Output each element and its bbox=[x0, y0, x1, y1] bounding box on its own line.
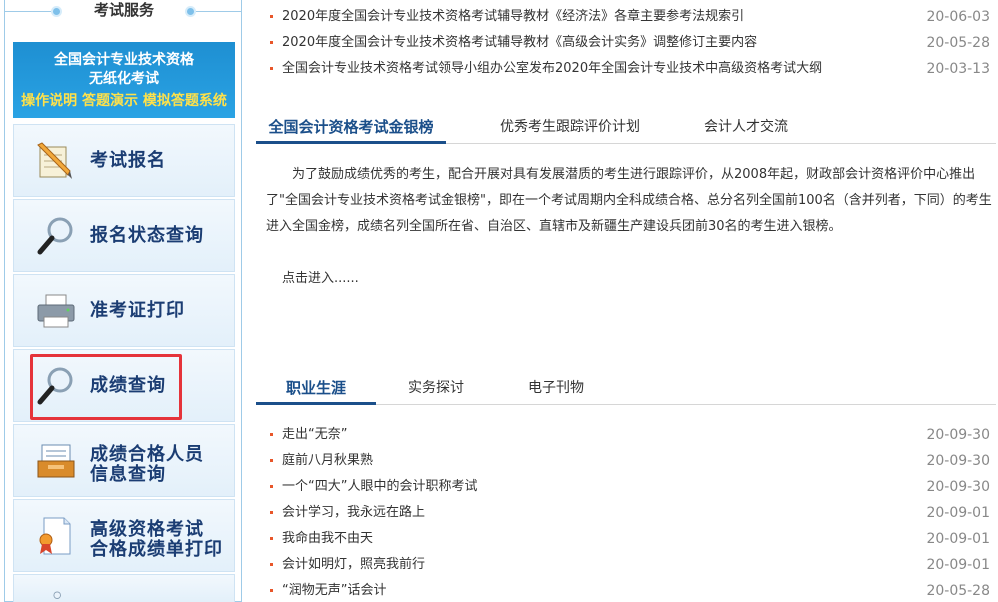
bullet-icon bbox=[270, 459, 273, 462]
bullet-icon bbox=[270, 67, 273, 70]
gold-list-description: 为了鼓励成绩优秀的考生，配合开展对具有发展潜质的考生进行跟踪评价，从2008年起… bbox=[266, 167, 992, 234]
career-news-item[interactable]: 会计学习，我永远在路上 20-09-01 bbox=[270, 503, 992, 523]
menu-item-partial[interactable] bbox=[13, 574, 235, 602]
career-news-item[interactable]: 走出“无奈” 20-09-30 bbox=[270, 425, 992, 445]
bullet-icon bbox=[270, 15, 273, 18]
bullet-icon bbox=[270, 537, 273, 540]
tab-talent-exchange[interactable]: 会计人才交流 bbox=[686, 114, 806, 144]
bullet-icon bbox=[270, 563, 273, 566]
menu-label: 考试报名 bbox=[90, 150, 166, 171]
menu-senior-certificate-print[interactable]: 高级资格考试 合格成绩单打印 bbox=[13, 499, 235, 572]
news-date: 20-09-30 bbox=[926, 453, 990, 469]
news-date: 20-09-01 bbox=[926, 505, 990, 521]
menu-qualified-personnel-query[interactable]: 成绩合格人员 信息查询 bbox=[13, 424, 235, 497]
tab-e-journal[interactable]: 电子刊物 bbox=[496, 375, 616, 405]
news-date: 20-05-28 bbox=[926, 35, 990, 51]
news-item[interactable]: 2020年度全国会计专业技术资格考试辅导教材《经济法》各章主要参考法规索引 20… bbox=[270, 7, 992, 27]
menu-exam-registration[interactable]: 考试报名 bbox=[13, 124, 235, 197]
certificate-ribbon-icon bbox=[39, 517, 71, 555]
tab-bar-career: 职业生涯 实务探讨 电子刊物 bbox=[256, 375, 996, 405]
divider bbox=[5, 11, 51, 12]
bullet-icon bbox=[270, 41, 273, 44]
menu-label-line-1: 高级资格考试 bbox=[90, 519, 204, 540]
news-title[interactable]: 2020年度全国会计专业技术资格考试辅导教材《高级会计实务》调整修订主要内容 bbox=[282, 33, 757, 53]
news-title[interactable]: 2020年度全国会计专业技术资格考试辅导教材《经济法》各章主要参考法规索引 bbox=[282, 7, 744, 27]
tab-practice-discussion[interactable]: 实务探讨 bbox=[376, 375, 496, 405]
inbox-tray-icon bbox=[37, 444, 75, 478]
click-enter-link[interactable]: 点击进入...... bbox=[282, 267, 359, 291]
bullet-icon bbox=[270, 433, 273, 436]
career-news-item[interactable]: 我命由我不由天 20-09-01 bbox=[270, 529, 992, 549]
news-date: 20-09-30 bbox=[926, 479, 990, 495]
menu-label: 报名状态查询 bbox=[90, 225, 204, 246]
news-date: 20-03-13 bbox=[926, 61, 990, 77]
news-date: 20-09-01 bbox=[926, 557, 990, 573]
menu-admission-ticket-print[interactable]: 准考证打印 bbox=[13, 274, 235, 347]
dot-decoration bbox=[185, 6, 196, 17]
news-title[interactable]: “润物无声”话会计 bbox=[282, 581, 386, 601]
bullet-icon bbox=[270, 511, 273, 514]
banner-line-1: 全国会计专业技术资格 bbox=[54, 52, 194, 68]
news-date: 20-06-03 bbox=[926, 9, 990, 25]
news-date: 20-05-28 bbox=[926, 583, 990, 599]
exam-service-sidebar: 考试服务 全国会计专业技术资格 无纸化考试 操作说明 答题演示 模拟答题系统 考… bbox=[4, 0, 242, 602]
news-item[interactable]: 2020年度全国会计专业技术资格考试辅导教材《高级会计实务》调整修订主要内容 2… bbox=[270, 33, 992, 53]
sidebar-title: 考试服务 bbox=[93, 1, 154, 19]
news-item[interactable]: 全国会计专业技术资格考试领导小组办公室发布2020年全国会计专业技术中高级资格考… bbox=[270, 59, 992, 79]
banner-line-2: 无纸化考试 bbox=[89, 71, 159, 87]
tab-gold-silver-list[interactable]: 全国会计资格考试金银榜 bbox=[256, 114, 446, 144]
career-news-item[interactable]: 会计如明灯，照亮我前行 20-09-01 bbox=[270, 555, 992, 575]
banner-links[interactable]: 操作说明 答题演示 模拟答题系统 bbox=[13, 92, 235, 110]
bullet-icon bbox=[270, 485, 273, 488]
news-title[interactable]: 我命由我不由天 bbox=[282, 529, 373, 549]
sidebar-header: 考试服务 bbox=[5, 0, 241, 28]
score-query-highlight-box bbox=[30, 354, 182, 420]
magnifier-icon bbox=[37, 217, 73, 255]
tab-excellent-candidate-tracking[interactable]: 优秀考生跟踪评价计划 bbox=[482, 114, 658, 144]
news-title[interactable]: 一个“四大”人眼中的会计职称考试 bbox=[282, 477, 477, 497]
news-date: 20-09-30 bbox=[926, 427, 990, 443]
news-title[interactable]: 庭前八月秋果熟 bbox=[282, 451, 373, 471]
menu-label-line-2: 信息查询 bbox=[90, 464, 166, 485]
news-title[interactable]: 会计学习，我永远在路上 bbox=[282, 503, 425, 523]
career-news-item[interactable]: 庭前八月秋果熟 20-09-30 bbox=[270, 451, 992, 471]
tab-bar-gold-list: 全国会计资格考试金银榜 优秀考生跟踪评价计划 会计人才交流 bbox=[256, 114, 996, 144]
career-news-item[interactable]: 一个“四大”人眼中的会计职称考试 20-09-30 bbox=[270, 477, 992, 497]
tab-career[interactable]: 职业生涯 bbox=[256, 375, 376, 405]
news-title[interactable]: 会计如明灯，照亮我前行 bbox=[282, 555, 425, 575]
career-news-item[interactable]: “润物无声”话会计 20-05-28 bbox=[270, 581, 992, 601]
paperless-exam-banner[interactable]: 全国会计专业技术资格 无纸化考试 操作说明 答题演示 模拟答题系统 bbox=[13, 42, 235, 118]
magnifier-icon bbox=[53, 591, 61, 599]
menu-registration-status-query[interactable]: 报名状态查询 bbox=[13, 199, 235, 272]
printer-icon bbox=[37, 294, 75, 328]
news-title[interactable]: 走出“无奈” bbox=[282, 425, 347, 445]
menu-label-line-1: 成绩合格人员 bbox=[90, 444, 204, 465]
dot-decoration bbox=[51, 6, 62, 17]
menu-label-line-2: 合格成绩单打印 bbox=[90, 539, 223, 560]
menu-label: 准考证打印 bbox=[90, 300, 185, 321]
news-date: 20-09-01 bbox=[926, 531, 990, 547]
divider bbox=[196, 11, 241, 12]
notepad-pencil-icon bbox=[37, 142, 72, 179]
bullet-icon bbox=[270, 589, 273, 592]
news-title[interactable]: 全国会计专业技术资格考试领导小组办公室发布2020年全国会计专业技术中高级资格考… bbox=[282, 59, 822, 79]
